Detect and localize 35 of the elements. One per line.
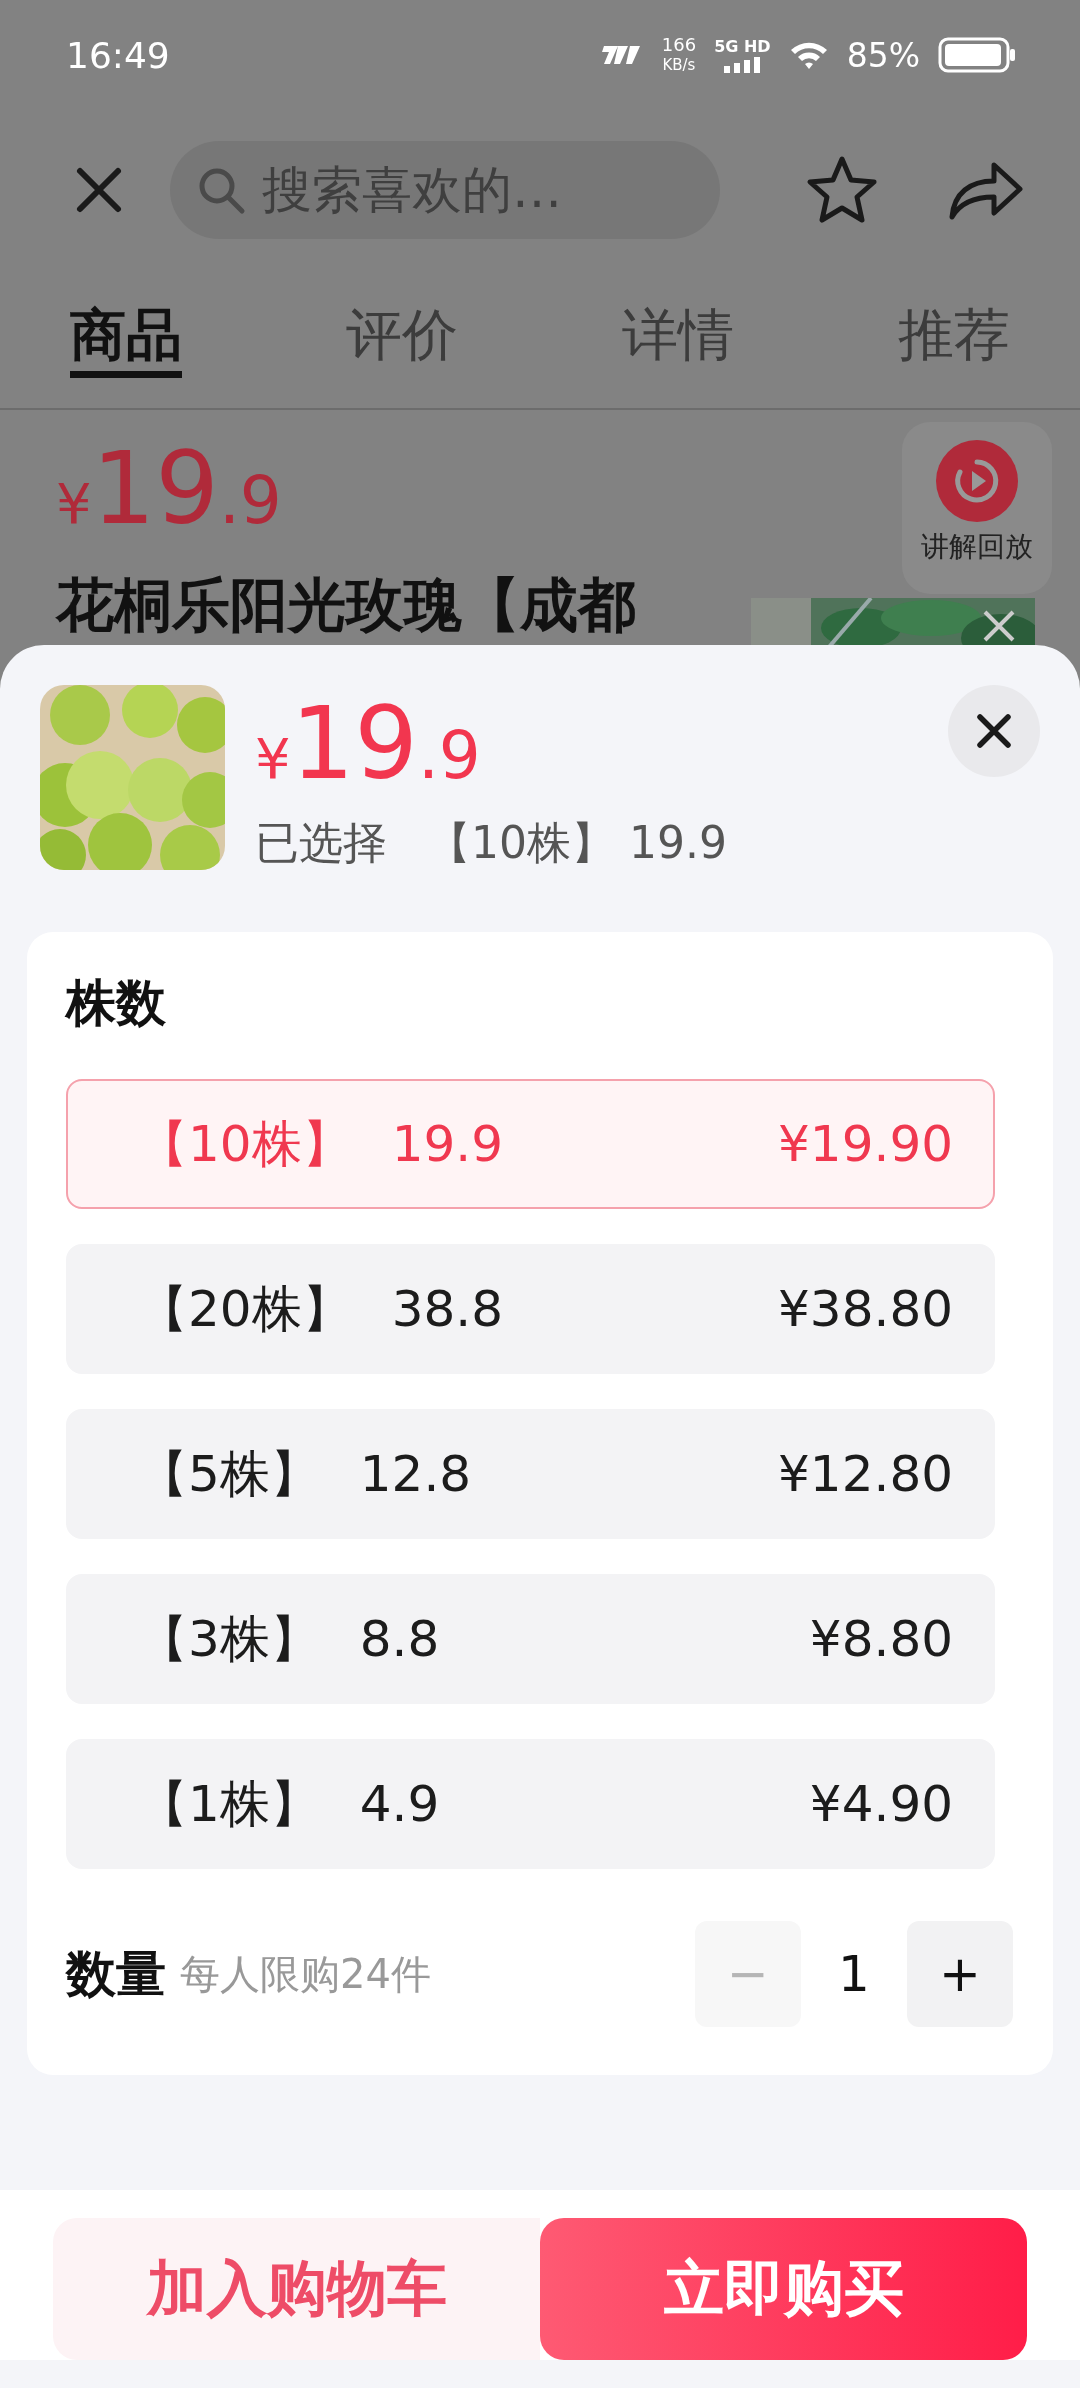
tab[interactable]: 详情 <box>622 270 734 378</box>
quantity-value[interactable]: 1 <box>801 1945 907 2003</box>
search-field[interactable]: 搜索喜欢的… <box>170 141 720 239</box>
option-item[interactable]: 【3株】 8.8 ¥8.80 <box>66 1574 995 1704</box>
star-icon[interactable] <box>806 154 878 226</box>
price: ¥19.9 <box>56 430 282 547</box>
net-speed: 166 <box>661 35 697 55</box>
tab[interactable]: 评价 <box>346 270 458 378</box>
network-type: 5G HD <box>714 37 771 57</box>
option-item[interactable]: 【20株】 38.8 ¥38.80 <box>66 1244 995 1374</box>
limit-note: 每人限购24件 <box>180 1949 431 1999</box>
battery-icon <box>938 37 1016 73</box>
selected-label: 已选择 <box>255 816 387 870</box>
close-icon <box>976 713 1012 749</box>
replay-button[interactable]: 讲解回放 <box>902 422 1052 594</box>
net-unit: KB/s <box>662 55 696 75</box>
cart-button[interactable]: 加入购物车 <box>53 2218 540 2360</box>
plus-button[interactable]: + <box>907 1921 1013 2027</box>
status-time: 16:49 <box>66 34 170 76</box>
quantity-label: 数量 <box>66 1943 166 2005</box>
tab[interactable]: 商品 <box>70 270 182 378</box>
close-icon[interactable] <box>74 165 124 215</box>
price: ¥19.9 <box>255 685 482 802</box>
option-item[interactable]: 【1株】 4.9 ¥4.90 <box>66 1739 995 1869</box>
option-item[interactable]: 【5株】 12.8 ¥12.80 <box>66 1409 995 1539</box>
replay-icon <box>936 440 1018 522</box>
signal-icon <box>724 57 761 73</box>
product-title: 花桐乐阳光玫瑰【成都 <box>56 570 636 641</box>
option-item[interactable]: 【10株】 19.9 ¥19.90 <box>66 1079 995 1209</box>
close-icon[interactable] <box>981 608 1017 644</box>
tab[interactable]: 推荐 <box>898 270 1010 378</box>
battery-percent: 85% <box>846 35 920 75</box>
selected-value: 【10株】 19.9 <box>427 816 727 870</box>
section-title: 株数 <box>66 973 167 1034</box>
buy-button[interactable]: 立即购买 <box>540 2218 1027 2360</box>
